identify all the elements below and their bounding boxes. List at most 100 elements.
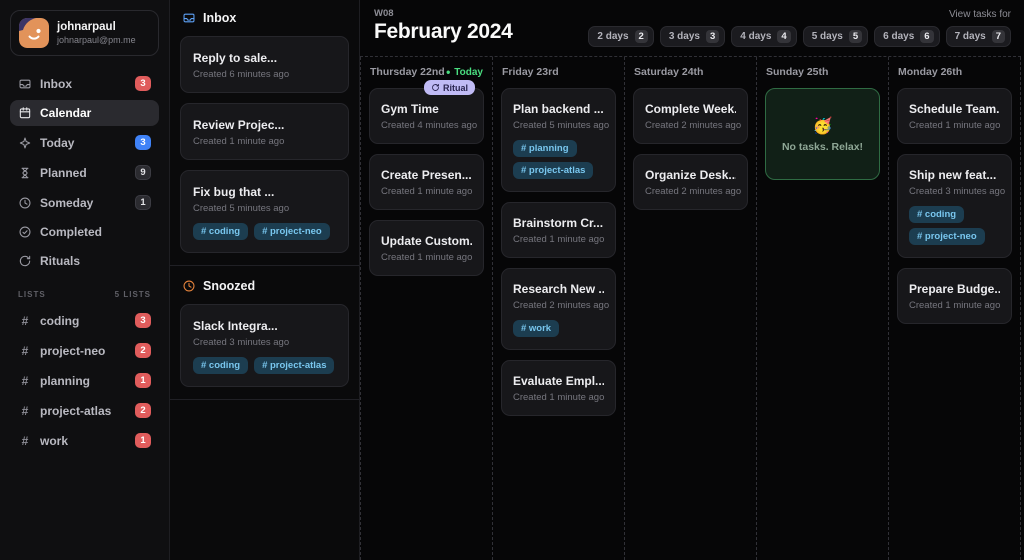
sidebar: johnarpaul johnarpaul@pm.me Inbox 3 Cale…: [0, 0, 170, 560]
view-button-5-days[interactable]: 5 days 5: [802, 26, 869, 47]
task-title: Research New ...: [513, 282, 604, 296]
sidebar-list-coding[interactable]: # coding 3: [10, 307, 159, 334]
day-column-header: Sunday 25th: [765, 64, 880, 88]
task-card[interactable]: Prepare Budge... Created 1 minute ago: [897, 268, 1012, 324]
view-button-label: 4 days: [740, 31, 772, 42]
task-created-meta: Created 2 minutes ago: [645, 186, 742, 197]
task-title: Reply to sale...: [193, 51, 278, 65]
task-card[interactable]: Fix bug that ... Created 5 minutes ago #…: [180, 170, 349, 253]
sidebar-list-work[interactable]: # work 1: [10, 427, 159, 454]
task-created-meta: Created 3 minutes ago: [193, 337, 290, 348]
view-button-6-days[interactable]: 6 days 6: [874, 26, 940, 47]
check-circle-icon: [18, 225, 32, 239]
task-created-meta: Created 1 minute ago: [909, 120, 1001, 131]
profile-card[interactable]: johnarpaul johnarpaul@pm.me: [10, 10, 159, 56]
tag-chip: # project-neo: [254, 223, 330, 240]
task-title: Complete Week...: [645, 102, 736, 116]
party-emoji: 🥳: [812, 117, 833, 135]
task-title: Gym Time: [381, 102, 439, 116]
task-created-meta: Created 5 minutes ago: [513, 120, 610, 131]
view-button-2-days[interactable]: 2 days 2: [588, 26, 654, 47]
count-badge: 3: [135, 76, 151, 91]
view-tasks-controls: View tasks for 2 days 2 3 days 3 4 days …: [588, 8, 1011, 47]
task-title: Slack Integra...: [193, 319, 278, 333]
view-button-label: 3 days: [668, 31, 700, 42]
task-created-meta: Created 6 minutes ago: [193, 69, 290, 80]
empty-state-message: No tasks. Relax!: [781, 140, 864, 153]
sidebar-item-someday[interactable]: Someday 1: [10, 189, 159, 216]
sidebar-list-project-atlas[interactable]: # project-atlas 2: [10, 397, 159, 424]
hash-icon: #: [21, 373, 29, 388]
task-title: Update Custom...: [381, 234, 472, 248]
task-card[interactable]: Review Projec... Created 1 minute ago: [180, 103, 349, 160]
snoozed-card-list: Slack Integra... Created 3 minutes ago #…: [180, 304, 349, 387]
count-badge: 1: [135, 195, 151, 210]
view-buttons-row: 2 days 2 3 days 3 4 days 4 5 days 5 6 da…: [588, 26, 1011, 47]
task-card[interactable]: Complete Week... Created 2 minutes ago: [633, 88, 748, 144]
view-button-label: 6 days: [883, 31, 915, 42]
view-button-3-days[interactable]: 3 days 3: [659, 26, 726, 47]
list-item-label: project-atlas: [40, 403, 112, 418]
task-card[interactable]: Slack Integra... Created 3 minutes ago #…: [180, 304, 349, 387]
day-column-friday-23rd: Friday 23rd Plan backend ... Created 5 m…: [492, 57, 624, 560]
tag-chip: # planning: [513, 140, 577, 157]
sidebar-list-project-neo[interactable]: # project-neo 2: [10, 337, 159, 364]
task-card[interactable]: Evaluate Empl... Created 1 minute ago: [501, 360, 616, 416]
hash-icon: #: [21, 403, 29, 418]
avatar: [19, 18, 49, 48]
sidebar-item-planned[interactable]: Planned 9: [10, 159, 159, 186]
sidebar-item-completed[interactable]: Completed: [10, 219, 159, 245]
inbox-panel: Inbox Reply to sale... Created 6 minutes…: [170, 0, 360, 560]
sparkle-icon: [18, 136, 32, 150]
view-button-label: 5 days: [811, 31, 843, 42]
week-label: W08: [374, 8, 394, 19]
task-card[interactable]: Ship new feat... Created 3 minutes ago #…: [897, 154, 1012, 258]
task-card[interactable]: Ritual Gym Time Created 4 minutes ago: [369, 80, 484, 144]
task-card[interactable]: Organize Desk... Created 2 minutes ago: [633, 154, 748, 210]
view-button-key-badge: 3: [705, 30, 720, 43]
count-badge: 3: [135, 313, 151, 328]
view-button-7-days[interactable]: 7 days 7: [945, 26, 1011, 47]
task-title: Prepare Budge...: [909, 282, 1000, 296]
count-badge: 2: [135, 403, 151, 418]
day-column-thursday-22nd: Thursday 22nd • Today Ritual Gym Time Cr…: [360, 57, 492, 560]
task-card[interactable]: Brainstorm Cr... Created 1 minute ago: [501, 202, 616, 258]
task-card[interactable]: Plan backend ... Created 5 minutes ago #…: [501, 88, 616, 192]
task-card[interactable]: Reply to sale... Created 6 minutes ago: [180, 36, 349, 93]
today-indicator: • Today: [446, 66, 483, 78]
day-label: Thursday 22nd: [370, 66, 445, 78]
task-card[interactable]: Schedule Team... Created 1 minute ago: [897, 88, 1012, 144]
count-badge: 9: [135, 165, 151, 180]
day-card-list: Complete Week... Created 2 minutes ago O…: [633, 88, 748, 210]
ritual-badge-label: Ritual: [442, 82, 468, 93]
view-button-4-days[interactable]: 4 days 4: [731, 26, 797, 47]
task-created-meta: Created 1 minute ago: [381, 186, 473, 197]
day-label: Sunday 25th: [766, 66, 829, 78]
sidebar-item-calendar[interactable]: Calendar: [10, 100, 159, 126]
view-button-key-badge: 6: [920, 30, 934, 43]
lists-header: LISTS 5 LISTS: [18, 290, 151, 299]
task-created-meta: Created 2 minutes ago: [513, 300, 610, 311]
view-button-key-badge: 7: [991, 30, 1005, 43]
sidebar-item-rituals[interactable]: Rituals: [10, 248, 159, 274]
tag-list: # coding # project-neo: [909, 206, 1000, 245]
sidebar-list-planning[interactable]: # planning 1: [10, 367, 159, 394]
hash-icon: #: [21, 433, 29, 448]
inbox-section-header: Inbox: [180, 10, 349, 26]
task-created-meta: Created 1 minute ago: [909, 300, 1001, 311]
tag-list: # coding # project-atlas: [193, 357, 336, 374]
task-card[interactable]: Create Presen... Created 1 minute ago: [369, 154, 484, 210]
view-button-label: 2 days: [597, 31, 629, 42]
sidebar-item-today[interactable]: Today 3: [10, 129, 159, 156]
day-column-header: Monday 26th: [897, 64, 1012, 88]
tag-chip: # project-neo: [909, 228, 985, 245]
task-title: Organize Desk...: [645, 168, 736, 182]
view-button-key-badge: 5: [848, 30, 863, 43]
task-card[interactable]: Research New ... Created 2 minutes ago #…: [501, 268, 616, 350]
calendar-main: W08 February 2024 View tasks for 2 days …: [360, 0, 1024, 560]
task-card[interactable]: Update Custom... Created 1 minute ago: [369, 220, 484, 276]
calendar-header: W08 February 2024 View tasks for 2 days …: [360, 0, 1021, 56]
tag-chip: # coding: [193, 357, 249, 374]
task-created-meta: Created 5 minutes ago: [193, 203, 290, 214]
sidebar-item-inbox[interactable]: Inbox 3: [10, 70, 159, 97]
